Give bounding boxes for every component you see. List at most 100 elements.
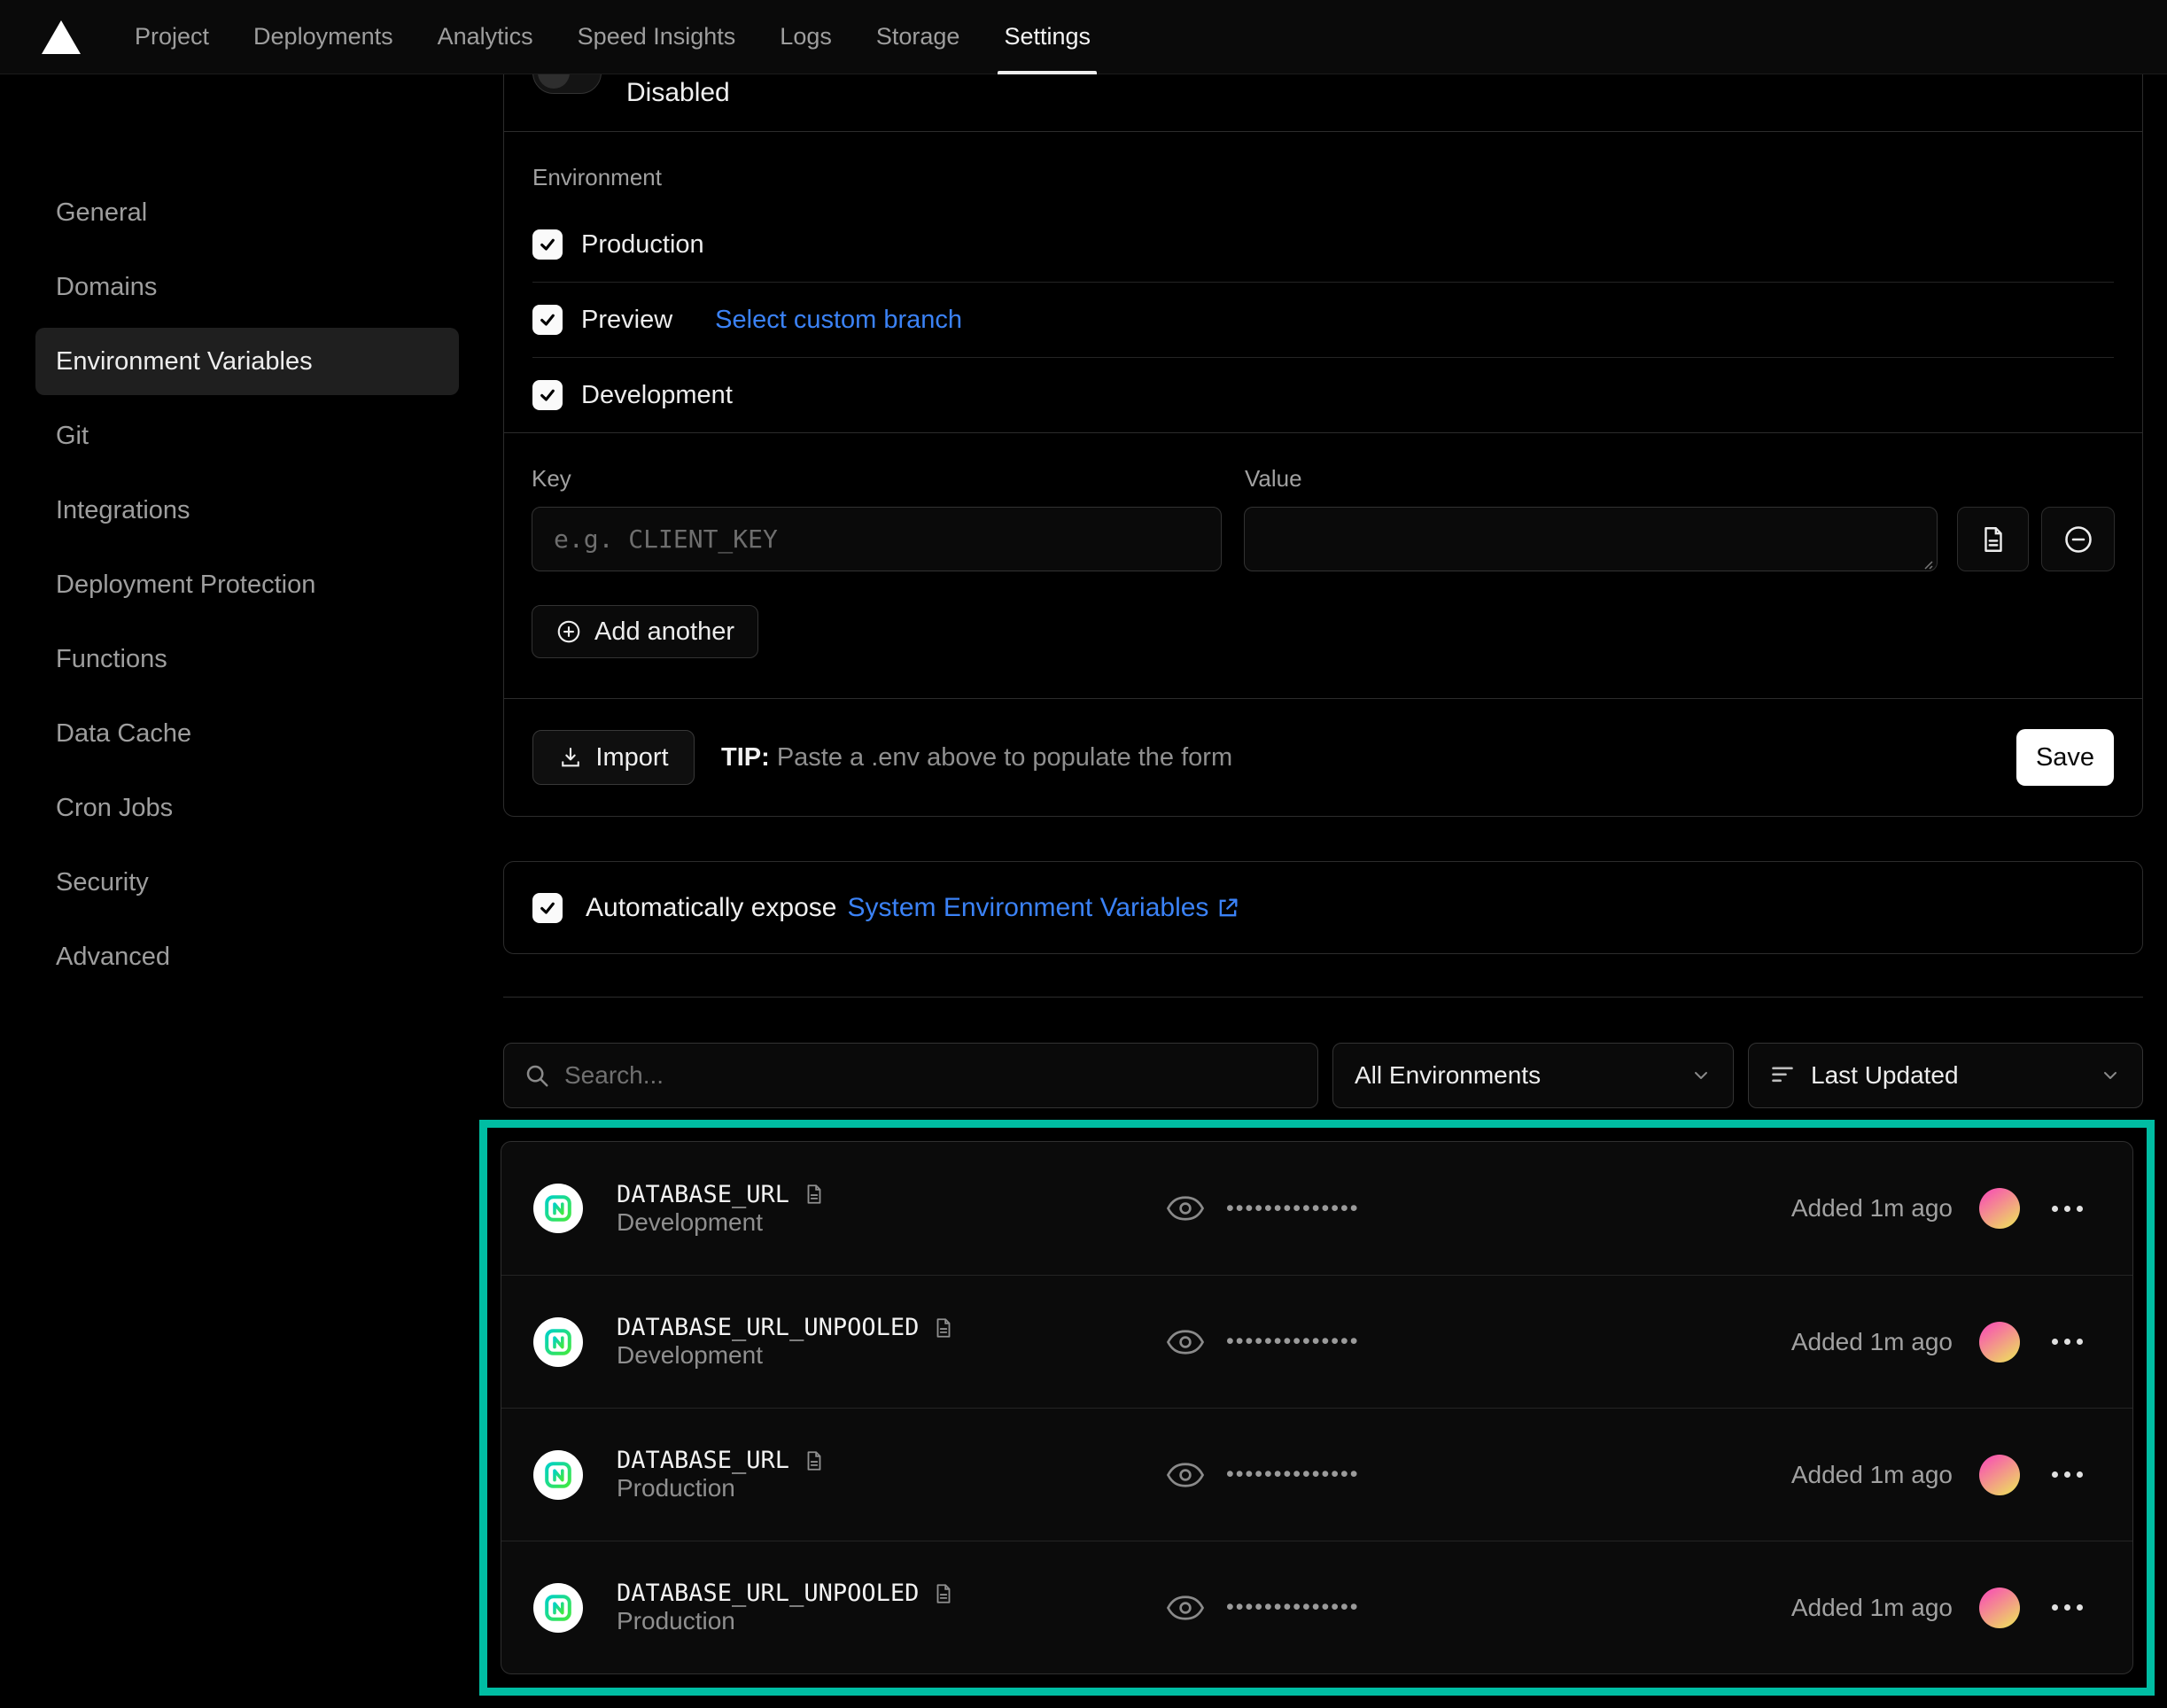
preview-checkbox[interactable] [532, 305, 563, 335]
system-env-variables-link[interactable]: System Environment Variables [847, 893, 1240, 923]
sort-lines-icon [1770, 1064, 1795, 1087]
key-value-section: Key Value [504, 433, 2142, 698]
nav-item-deployments[interactable]: Deployments [231, 0, 416, 74]
import-button[interactable]: Import [532, 730, 695, 785]
form-footer: Import TIP: Paste a .env above to popula… [504, 699, 2142, 816]
nav-item-settings-label: Settings [1004, 23, 1091, 50]
preview-label: Preview [581, 306, 672, 335]
sidebar-item-environment-variables[interactable]: Environment Variables [35, 328, 459, 395]
row-menu-button[interactable] [2047, 1599, 2088, 1616]
eye-icon[interactable] [1166, 1194, 1205, 1223]
select-custom-branch-link[interactable]: Select custom branch [715, 306, 962, 335]
toggle-knob [538, 74, 570, 89]
row-menu-button[interactable] [2047, 1200, 2088, 1217]
system-env-card: Automatically expose System Environment … [503, 861, 2143, 954]
production-label: Production [581, 230, 704, 260]
sort-dropdown[interactable]: Last Updated [1748, 1043, 2143, 1108]
value-input[interactable] [1244, 507, 1938, 571]
variable-environment: Production [617, 1607, 735, 1634]
auto-expose-checkbox[interactable] [532, 893, 563, 923]
table-row: DATABASE_URL_UNPOOLED Development ••••••… [501, 1275, 2132, 1408]
environment-filter-value: All Environments [1355, 1061, 1541, 1090]
search-icon [524, 1062, 550, 1089]
check-icon [538, 235, 557, 254]
user-avatar [1979, 1322, 2020, 1363]
masked-value: •••••••••••••• [1226, 1462, 1360, 1487]
masked-value: •••••••••••••• [1226, 1196, 1360, 1222]
eye-icon[interactable] [1166, 1461, 1205, 1489]
document-icon [1978, 524, 2008, 555]
neon-logo-icon [533, 1317, 583, 1367]
added-timestamp: Added 1m ago [1791, 1461, 1953, 1489]
variable-name: DATABASE_URL [617, 1181, 789, 1208]
variable-name: DATABASE_URL_UNPOOLED [617, 1580, 919, 1607]
row-menu-button[interactable] [2047, 1333, 2088, 1350]
disabled-toggle[interactable] [532, 74, 602, 94]
value-label: Value [1245, 465, 1302, 493]
sensitive-toggle-row: Disabled [504, 74, 2142, 131]
row-identity: DATABASE_URL Production [533, 1447, 1166, 1502]
plus-circle-icon [555, 618, 582, 645]
sidebar-item-general[interactable]: General [35, 179, 459, 246]
top-nav: Project Deployments Analytics Speed Insi… [0, 0, 2167, 74]
env-variables-table: DATABASE_URL Development •••••••••••••• … [501, 1141, 2133, 1674]
nav-item-storage[interactable]: Storage [854, 0, 983, 74]
nav-item-analytics[interactable]: Analytics [416, 0, 555, 74]
nav-item-logs[interactable]: Logs [757, 0, 854, 74]
remove-row-button[interactable] [2041, 507, 2115, 571]
paste-env-button[interactable] [1957, 507, 2029, 571]
added-timestamp: Added 1m ago [1791, 1194, 1953, 1223]
key-input[interactable] [532, 507, 1222, 571]
development-checkbox[interactable] [532, 380, 563, 410]
value-input-wrap [1244, 507, 1938, 576]
auto-expose-text: Automatically expose [586, 893, 836, 923]
system-env-variables-label: System Environment Variables [847, 893, 1208, 923]
vercel-logo-icon[interactable] [42, 20, 81, 54]
sidebar-item-cron-jobs[interactable]: Cron Jobs [35, 774, 459, 842]
sidebar-item-data-cache[interactable]: Data Cache [35, 700, 459, 767]
sidebar-item-advanced[interactable]: Advanced [35, 923, 459, 990]
eye-icon[interactable] [1166, 1328, 1205, 1356]
note-icon [932, 1580, 955, 1607]
save-button[interactable]: Save [2016, 729, 2114, 786]
toggle-label: Disabled [626, 78, 730, 108]
download-icon [558, 745, 583, 770]
neon-logo-icon [533, 1583, 583, 1633]
sort-value: Last Updated [1811, 1061, 1959, 1090]
add-another-button[interactable]: Add another [532, 605, 758, 658]
environment-option-development: Development [504, 358, 2142, 432]
row-identity: DATABASE_URL_UNPOOLED Production [533, 1580, 1166, 1635]
eye-icon[interactable] [1166, 1594, 1205, 1622]
variable-name: DATABASE_URL_UNPOOLED [617, 1314, 919, 1341]
environment-option-preview: Preview Select custom branch [504, 283, 2142, 357]
nav-item-speed-insights[interactable]: Speed Insights [555, 0, 758, 74]
resize-handle-icon[interactable] [1921, 557, 1933, 570]
settings-sidebar: General Domains Environment Variables Gi… [0, 74, 503, 1696]
row-menu-button[interactable] [2047, 1466, 2088, 1483]
note-icon [803, 1448, 826, 1474]
chevron-down-icon [1690, 1065, 1712, 1086]
nav-item-project[interactable]: Project [113, 0, 231, 74]
env-variables-main: Disabled Environment Production Preview … [503, 74, 2143, 1696]
search-input[interactable] [564, 1061, 1298, 1090]
import-label: Import [595, 743, 668, 772]
added-timestamp: Added 1m ago [1791, 1594, 1953, 1622]
user-avatar [1979, 1188, 2020, 1229]
filter-bar: All Environments Last Updated [503, 1043, 2143, 1108]
environment-section-label: Environment [504, 132, 2142, 207]
sidebar-item-security[interactable]: Security [35, 849, 459, 916]
development-label: Development [581, 381, 733, 410]
nav-item-settings[interactable]: Settings [982, 0, 1113, 74]
row-identity: DATABASE_URL_UNPOOLED Development [533, 1314, 1166, 1370]
masked-value: •••••••••••••• [1226, 1595, 1360, 1620]
production-checkbox[interactable] [532, 229, 563, 260]
environment-option-production: Production [504, 207, 2142, 282]
sidebar-item-git[interactable]: Git [35, 402, 459, 470]
sidebar-item-deployment-protection[interactable]: Deployment Protection [35, 551, 459, 618]
sidebar-item-integrations[interactable]: Integrations [35, 477, 459, 544]
check-icon [538, 310, 557, 330]
sidebar-item-domains[interactable]: Domains [35, 253, 459, 321]
environment-filter-dropdown[interactable]: All Environments [1332, 1043, 1734, 1108]
sidebar-item-functions[interactable]: Functions [35, 625, 459, 693]
masked-value: •••••••••••••• [1226, 1329, 1360, 1355]
